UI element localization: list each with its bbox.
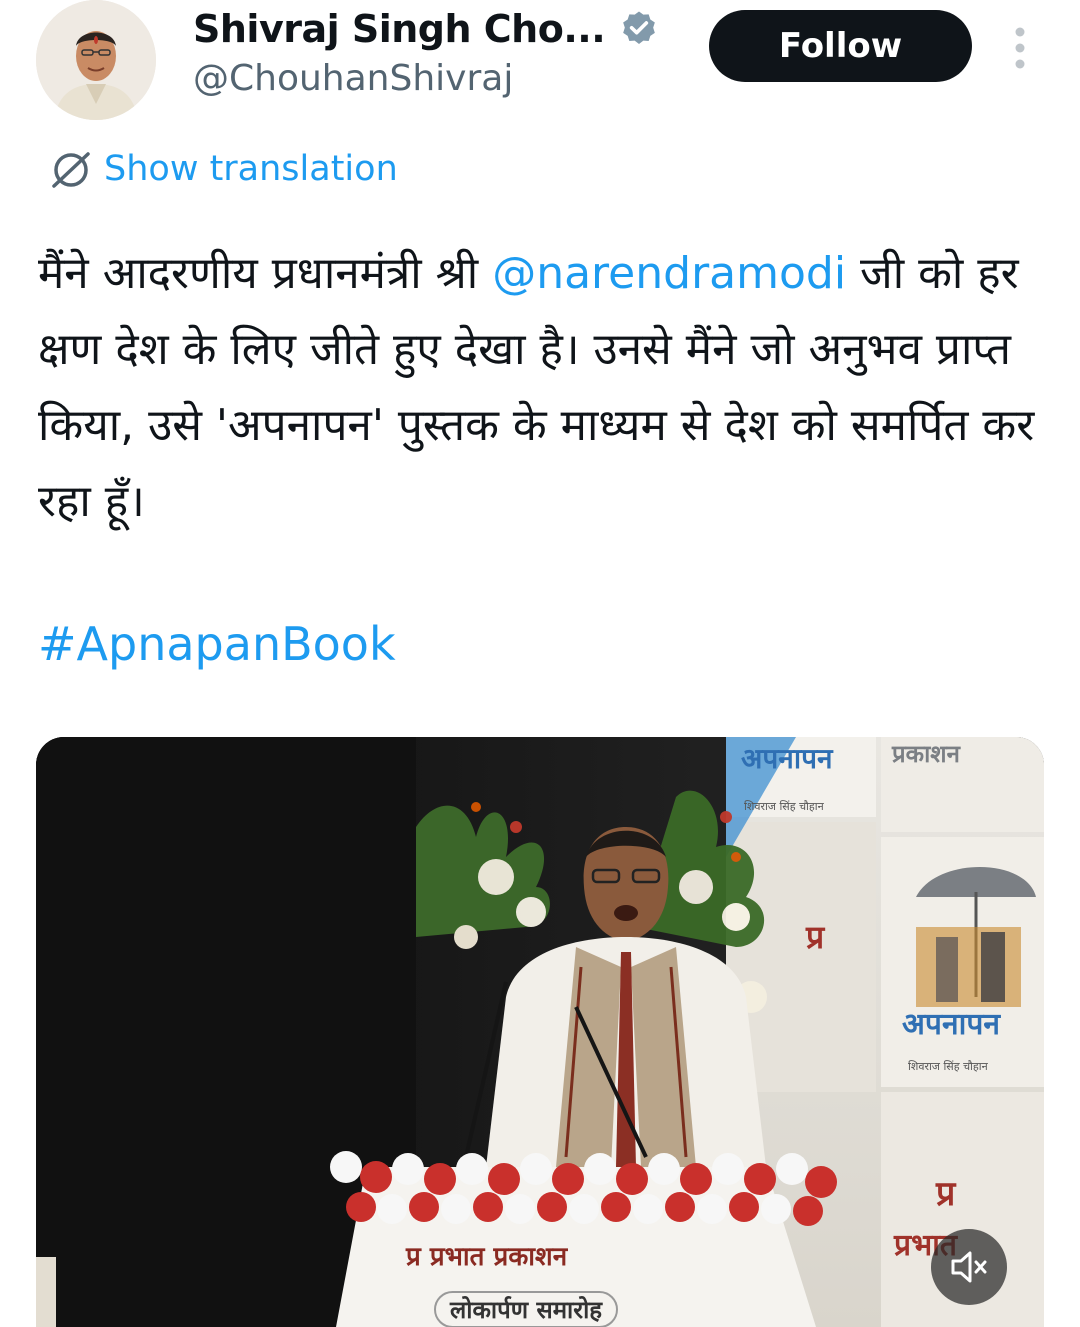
backdrop-logo-left: प्र <box>806 918 825 956</box>
tweet-video[interactable]: अपनापन शिवराज सिंह चौहान प्रकाशन प्र अपन… <box>36 737 1044 1327</box>
mention-link[interactable]: @narendramodi <box>492 248 846 299</box>
tweet-text: मैंने आदरणीय प्रधानमंत्री श्री @narendra… <box>38 236 1048 540</box>
backdrop-author-mid: शिवराज सिंह चौहान <box>908 1060 988 1073</box>
follow-button[interactable]: Follow <box>709 10 972 82</box>
author-handle[interactable]: @ChouhanShivraj <box>193 58 513 99</box>
translate-icon <box>48 146 94 192</box>
show-translation-link[interactable]: Show translation <box>48 143 398 195</box>
backdrop-publisher-top: प्रकाशन <box>892 740 960 768</box>
author-display-name[interactable]: Shivraj Singh Cho... <box>193 7 606 51</box>
podium-subtitle: लोकार्पण समारोह <box>434 1291 619 1327</box>
verified-badge-icon <box>619 9 659 49</box>
backdrop-title-top: अपनापन <box>741 742 833 775</box>
hashtag-link[interactable]: #ApnapanBook <box>38 617 396 671</box>
backdrop-author-top: शिवराज सिंह चौहान <box>744 800 824 813</box>
tweet-text-part-1: मैंने आदरणीय प्रधानमंत्री श्री <box>38 248 493 299</box>
podium-banner: प्र प्रभात प्रकाशन <box>406 1242 568 1272</box>
show-translation-label: Show translation <box>104 149 398 189</box>
volume-muted-icon[interactable] <box>931 1229 1007 1305</box>
avatar[interactable] <box>36 0 156 120</box>
avatar-image <box>36 0 156 120</box>
backdrop-title-mid: अपनापन <box>902 1007 1001 1042</box>
backdrop-logo-right: प्र <box>936 1174 956 1214</box>
more-vertical-icon[interactable] <box>1004 24 1036 72</box>
author-name-row: Shivraj Singh Cho... <box>193 4 659 54</box>
